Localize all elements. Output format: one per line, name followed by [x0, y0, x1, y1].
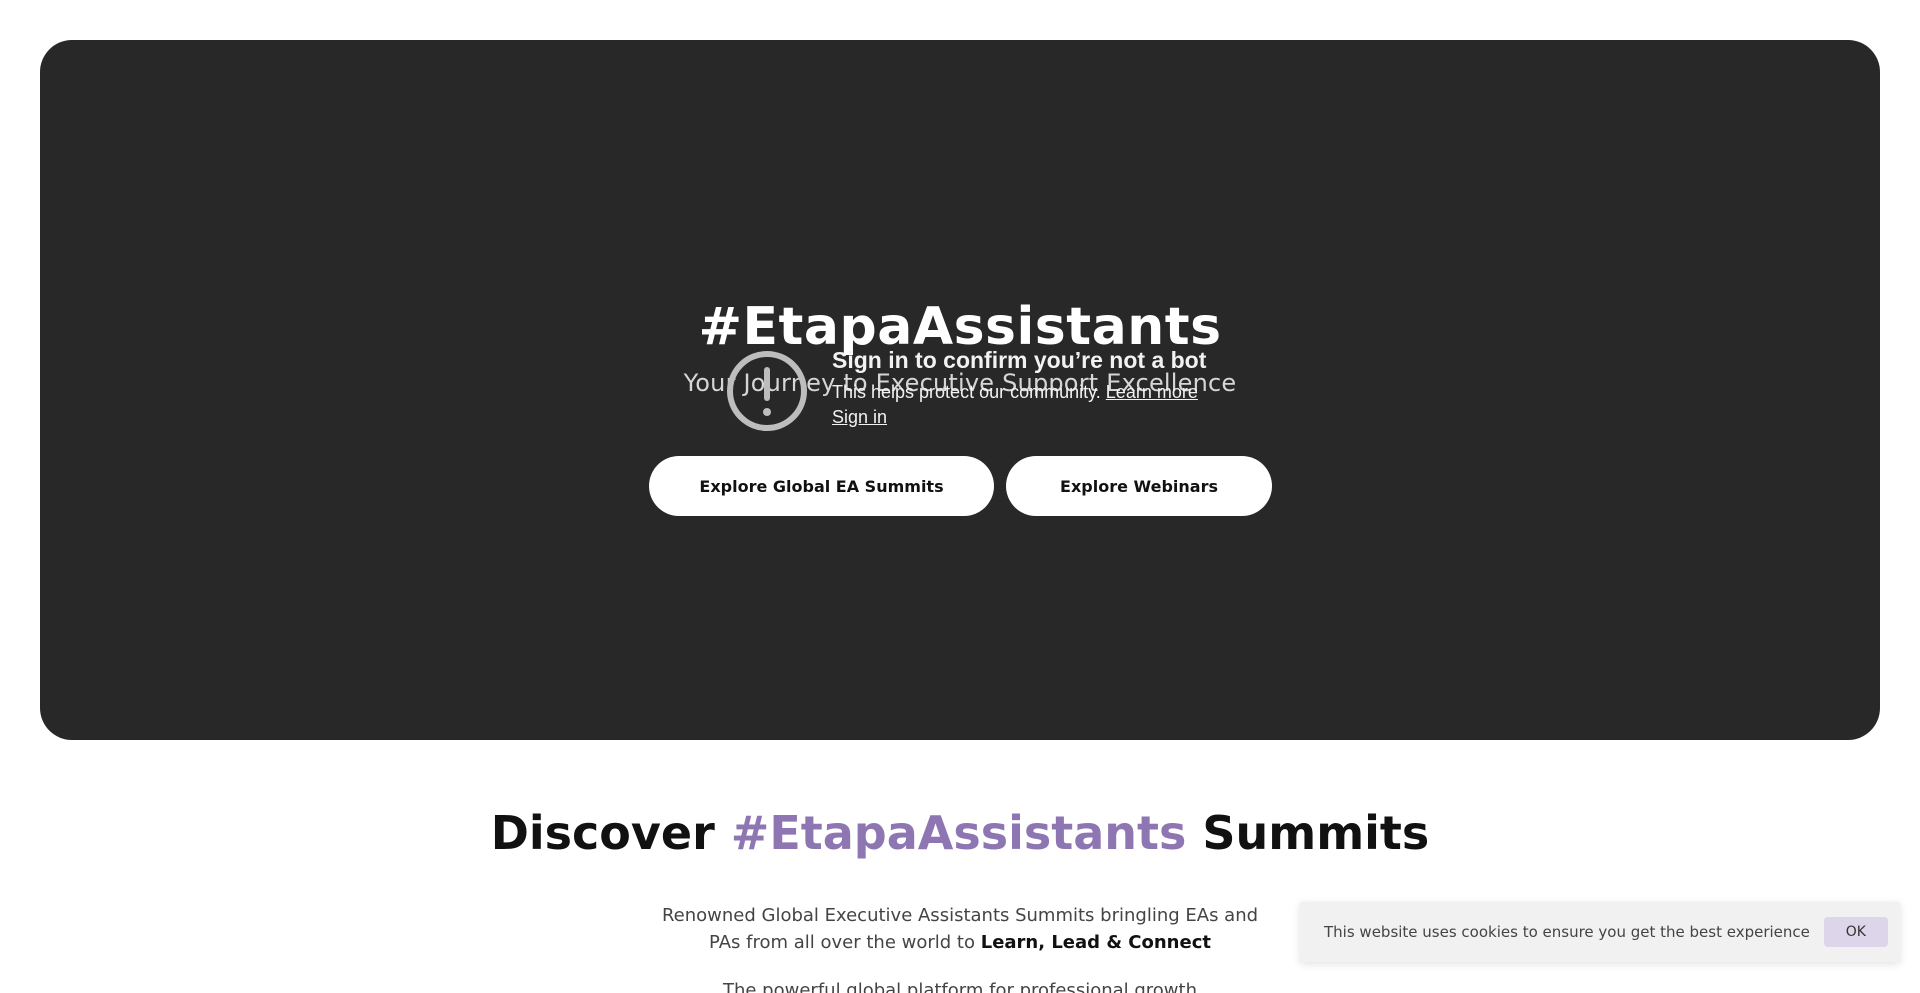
bot-check-heading: Sign in to confirm you’re not a bot	[832, 347, 1207, 373]
alert-circle-icon	[727, 351, 807, 431]
cookie-text: This website uses cookies to ensure you …	[1324, 923, 1810, 941]
cookie-banner: This website uses cookies to ensure you …	[1300, 902, 1900, 962]
bot-check-overlay: Sign in to confirm you’re not a bot This…	[727, 347, 1287, 457]
sign-in-link[interactable]: Sign in	[832, 407, 887, 428]
summits-description-next: The powerful global platform for profess…	[722, 980, 1197, 993]
cookie-ok-button[interactable]: OK	[1823, 917, 1888, 947]
learn-more-link[interactable]: Learn more	[1106, 382, 1198, 402]
explore-summits-button[interactable]: Explore Global EA Summits	[649, 456, 994, 516]
explore-webinars-label: Explore Webinars	[1060, 476, 1218, 496]
hero-section: #EtapaAssistants Your Journey to Executi…	[40, 40, 1880, 740]
discover-heading: Discover #EtapaAssistants Summits	[0, 806, 1920, 860]
explore-summits-label: Explore Global EA Summits	[699, 476, 944, 496]
discover-highlight: #EtapaAssistants	[730, 806, 1187, 860]
summits-description: Renowned Global Executive Assistants Sum…	[660, 902, 1260, 956]
description-bold: Learn, Lead & Connect	[980, 932, 1211, 953]
bot-check-text: This helps protect our community. Learn …	[832, 382, 1198, 403]
explore-webinars-button[interactable]: Explore Webinars	[1006, 456, 1272, 516]
discover-suffix: Summits	[1186, 806, 1430, 860]
bot-check-message: This helps protect our community.	[832, 382, 1101, 402]
discover-prefix: Discover	[490, 806, 731, 860]
